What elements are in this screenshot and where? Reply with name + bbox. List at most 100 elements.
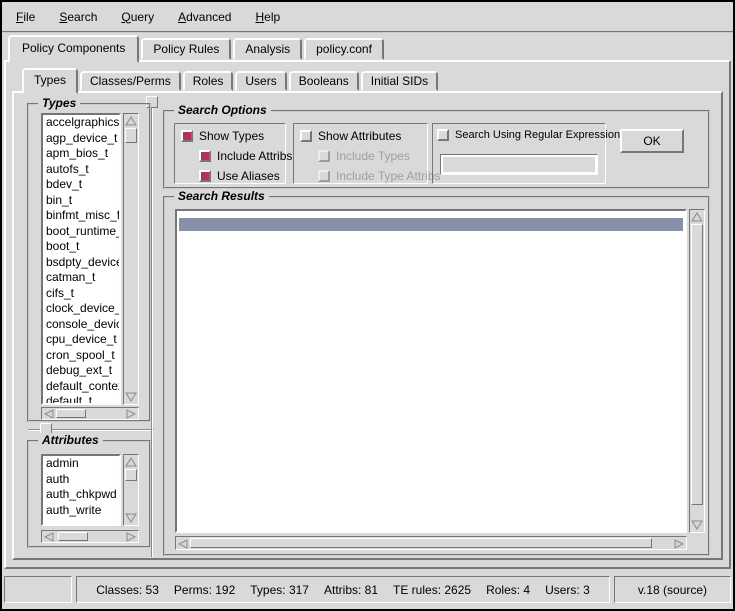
scroll-right-icon[interactable] — [673, 538, 685, 550]
results-hscrollbar[interactable] — [175, 536, 687, 550]
selected-line — [179, 218, 683, 231]
stat-attribs: Attribs: 81 — [324, 583, 378, 597]
types-hscrollbar[interactable] — [41, 407, 139, 420]
scroll-left-icon[interactable] — [43, 408, 55, 419]
stat-users: Users: 3 — [545, 583, 590, 597]
app-window: File Search Query Advanced Help Policy C… — [0, 0, 735, 611]
types-vscrollbar[interactable] — [123, 113, 139, 405]
menu-query[interactable]: Query — [119, 8, 156, 26]
checkbox-indicator — [318, 170, 330, 182]
scrollbar-thumb[interactable] — [190, 538, 652, 548]
tab-policy-rules[interactable]: Policy Rules — [141, 38, 231, 60]
regex-checkbox[interactable]: Search Using Regular Expression — [437, 128, 620, 142]
list-item[interactable]: bsdpty_device_ — [43, 255, 119, 271]
list-item[interactable]: auth_chkpwd — [43, 487, 119, 503]
list-item[interactable]: binfmt_misc_fs — [43, 208, 119, 224]
attributes-frame: Attributes admin auth auth_chkpwd auth_w… — [27, 440, 151, 548]
ok-button[interactable]: OK — [620, 129, 684, 153]
vertical-sash[interactable] — [151, 96, 153, 557]
list-item[interactable]: boot_runtime_t — [43, 224, 119, 240]
list-item[interactable]: apm_bios_t — [43, 146, 119, 162]
menu-search[interactable]: Search — [57, 8, 99, 26]
checkbox-indicator[interactable] — [300, 130, 312, 142]
stat-types: Types: 317 — [250, 583, 309, 597]
tab-types[interactable]: Types — [22, 68, 78, 94]
list-item[interactable]: cron_spool_t — [43, 348, 119, 364]
scrollbar-thumb[interactable] — [125, 128, 137, 143]
status-stats: Classes: 53 Perms: 192 Types: 317 Attrib… — [76, 576, 610, 603]
tab-policy-components[interactable]: Policy Components — [8, 35, 139, 63]
list-item[interactable]: cpu_device_t — [43, 332, 119, 348]
search-options-title: Search Options — [174, 103, 271, 117]
checkbox-indicator[interactable] — [199, 170, 211, 182]
use-aliases-checkbox[interactable]: Use Aliases — [199, 169, 280, 183]
show-types-checkbox[interactable]: Show Types — [181, 129, 264, 143]
include-types-checkbox: Include Types — [318, 149, 410, 163]
search-results-title: Search Results — [174, 189, 269, 203]
list-item[interactable]: accelgraphics_e — [43, 115, 119, 131]
status-version: v.18 (source) — [614, 576, 731, 603]
scroll-down-icon[interactable] — [125, 512, 137, 524]
types-frame-title: Types — [38, 96, 80, 110]
menu-advanced[interactable]: Advanced — [176, 8, 233, 26]
stat-classes: Classes: 53 — [96, 583, 159, 597]
scroll-down-icon[interactable] — [691, 519, 703, 531]
types-listbox[interactable]: accelgraphics_e agp_device_t apm_bios_t … — [41, 113, 121, 405]
scroll-down-icon[interactable] — [125, 391, 137, 403]
menu-help[interactable]: Help — [253, 8, 282, 26]
stat-roles: Roles: 4 — [486, 583, 530, 597]
attributes-options-group: Show Attributes Include Types Include Ty… — [293, 123, 428, 184]
list-item[interactable]: default_context — [43, 379, 119, 395]
list-item[interactable]: autofs_t — [43, 162, 119, 178]
regex-group: Search Using Regular Expression — [432, 123, 606, 184]
scrollbar-thumb[interactable] — [691, 224, 703, 505]
checkbox-indicator[interactable] — [181, 130, 193, 142]
checkbox-indicator — [318, 150, 330, 162]
list-item[interactable]: console_device_ — [43, 317, 119, 333]
attributes-vscrollbar[interactable] — [123, 454, 139, 526]
attributes-listbox[interactable]: admin auth auth_chkpwd auth_write — [41, 454, 121, 526]
scroll-right-icon[interactable] — [125, 408, 137, 419]
list-item[interactable]: boot_t — [43, 239, 119, 255]
list-item[interactable]: clock_device_t — [43, 301, 119, 317]
scroll-up-icon[interactable] — [125, 456, 137, 468]
tab-policy-conf[interactable]: policy.conf — [304, 38, 384, 60]
results-vscrollbar[interactable] — [689, 209, 705, 533]
attributes-hscrollbar[interactable] — [41, 530, 139, 543]
list-item[interactable]: bin_t — [43, 193, 119, 209]
show-attributes-checkbox[interactable]: Show Attributes — [300, 129, 401, 143]
include-attribs-checkbox[interactable]: Include Attribs — [199, 149, 292, 163]
list-item[interactable]: auth_write — [43, 503, 119, 519]
list-item[interactable]: debug_ext_t — [43, 363, 119, 379]
list-item-partial[interactable]: default_t — [43, 394, 119, 405]
main-tab-bar: Policy Components Policy Rules Analysis … — [8, 37, 386, 60]
types-options-group: Show Types Include Attribs Use Aliases — [174, 123, 286, 184]
scroll-up-icon[interactable] — [691, 211, 703, 223]
list-item[interactable]: admin — [43, 456, 119, 472]
scrollbar-thumb[interactable] — [58, 532, 88, 541]
checkbox-indicator[interactable] — [437, 129, 449, 141]
types-frame: Types accelgraphics_e agp_device_t apm_b… — [27, 103, 151, 422]
search-results-frame: Search Results — [163, 196, 710, 556]
scroll-left-icon[interactable] — [177, 538, 189, 550]
checkbox-indicator[interactable] — [199, 150, 211, 162]
menu-file[interactable]: File — [14, 8, 37, 26]
search-options-frame: Search Options Show Types Include Attrib… — [163, 110, 710, 189]
status-left-box — [4, 576, 72, 603]
scrollbar-thumb[interactable] — [125, 469, 137, 481]
list-item[interactable]: cifs_t — [43, 286, 119, 302]
regex-input[interactable] — [440, 154, 598, 175]
list-item[interactable]: catman_t — [43, 270, 119, 286]
scroll-left-icon[interactable] — [43, 531, 55, 542]
list-item[interactable]: auth — [43, 472, 119, 488]
menu-bar: File Search Query Advanced Help — [2, 2, 733, 33]
tab-analysis[interactable]: Analysis — [233, 38, 302, 60]
attributes-frame-title: Attributes — [38, 433, 103, 447]
scroll-right-icon[interactable] — [125, 531, 137, 542]
scroll-up-icon[interactable] — [125, 115, 137, 127]
include-type-attribs-checkbox: Include Type Attribs — [318, 169, 441, 183]
list-item[interactable]: agp_device_t — [43, 131, 119, 147]
scrollbar-thumb[interactable] — [56, 409, 86, 418]
list-item[interactable]: bdev_t — [43, 177, 119, 193]
results-text-area[interactable] — [175, 209, 687, 533]
